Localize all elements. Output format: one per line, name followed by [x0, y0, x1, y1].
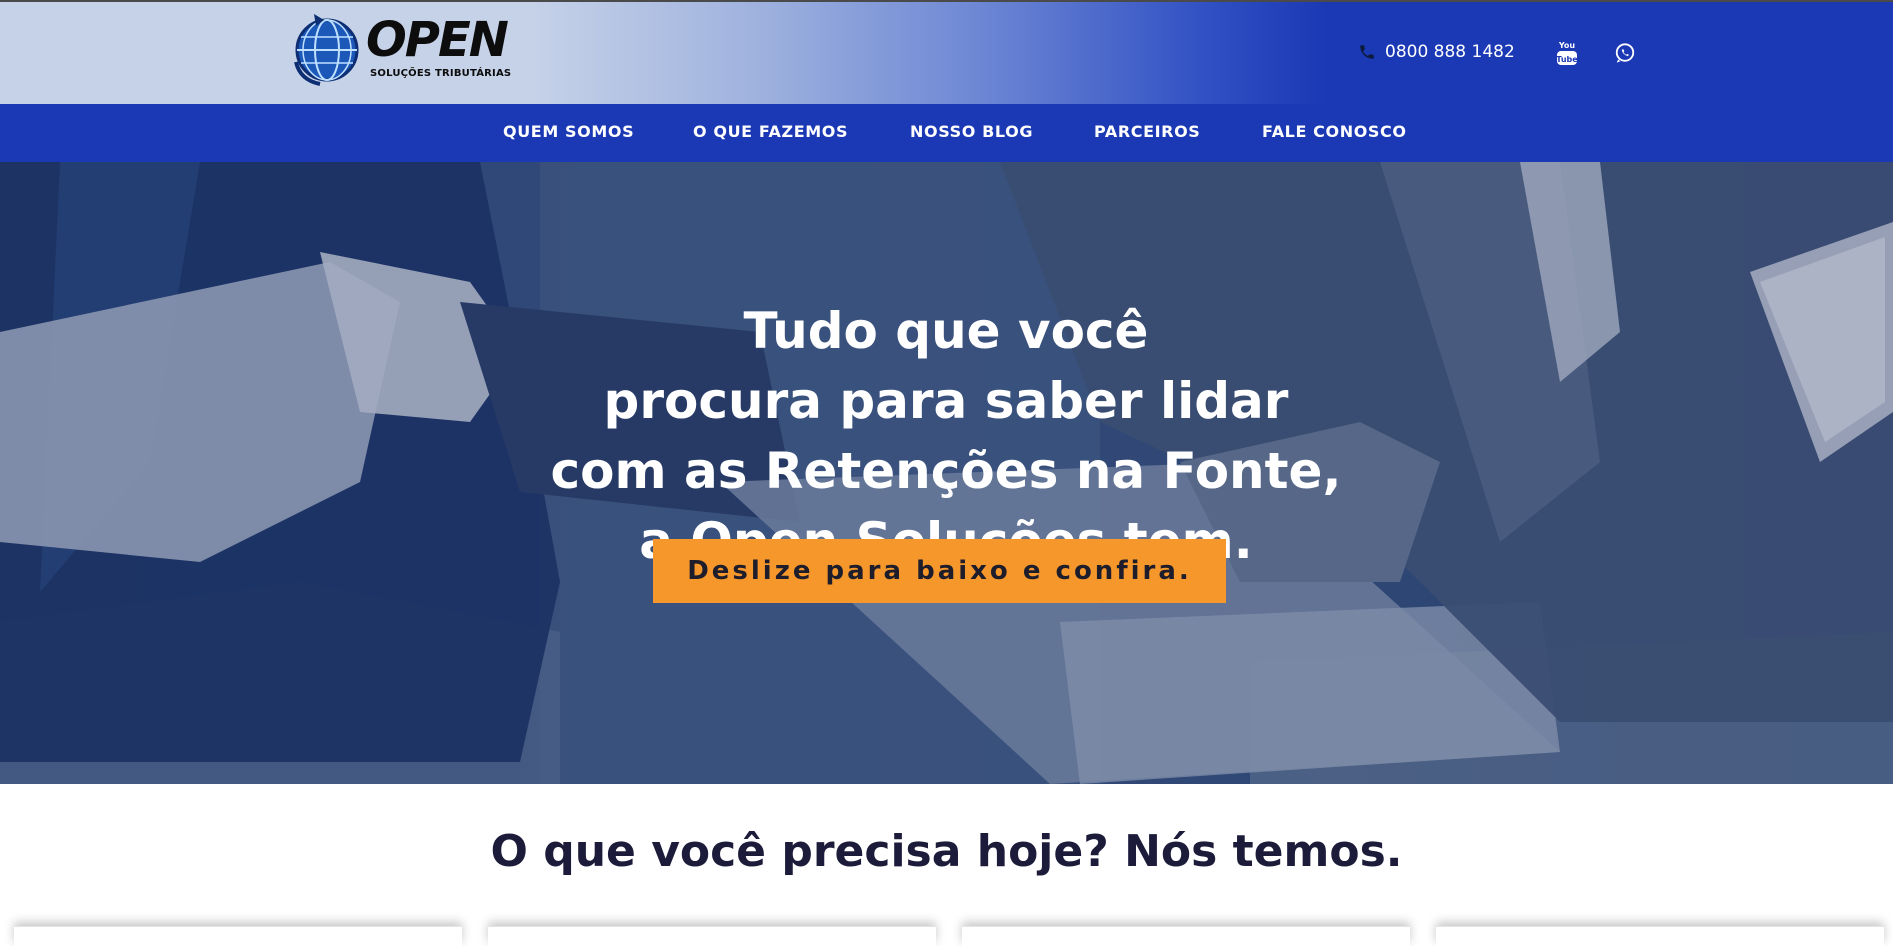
service-card[interactable] — [1436, 926, 1884, 946]
hero-title-line: com as Retenções na Fonte, — [550, 442, 1342, 500]
service-card[interactable] — [14, 926, 462, 946]
hero-title-line: procura para saber lidar — [603, 372, 1289, 430]
svg-text:Tube: Tube — [1556, 55, 1578, 64]
phone-icon — [1360, 45, 1374, 59]
service-card[interactable] — [962, 926, 1410, 946]
nav-item-nosso-blog[interactable]: NOSSO BLOG — [910, 122, 1033, 141]
hero-title-line: Tudo que você — [743, 302, 1149, 360]
nav-item-parceiros[interactable]: PARCEIROS — [1094, 122, 1200, 141]
scroll-down-button[interactable]: Deslize para baixo e confira. — [653, 539, 1226, 603]
nav-item-quem-somos[interactable]: QUEM SOMOS — [503, 122, 634, 141]
service-cards — [0, 920, 1893, 946]
service-card[interactable] — [488, 926, 936, 946]
brand-logo[interactable]: OPEN SOLUÇÕES TRIBUTÁRIAS — [290, 10, 512, 86]
site-header: OPEN SOLUÇÕES TRIBUTÁRIAS 0800 888 1482 … — [0, 0, 1893, 104]
section-heading-bold: Nós temos. — [1124, 826, 1403, 877]
hero-title: Tudo que você procura para saber lidar c… — [446, 296, 1446, 576]
phone-contact[interactable]: 0800 888 1482 — [1358, 42, 1515, 62]
main-navigation: QUEM SOMOS O QUE FAZEMOS NOSSO BLOG PARC… — [0, 104, 1893, 162]
hero-banner: Tudo que você procura para saber lidar c… — [0, 162, 1893, 784]
svg-text:You: You — [1558, 41, 1576, 50]
youtube-icon[interactable]: You Tube — [1556, 40, 1578, 66]
phone-number: 0800 888 1482 — [1385, 42, 1515, 62]
globe-icon — [294, 14, 359, 86]
nav-item-fale-conosco[interactable]: FALE CONOSCO — [1262, 122, 1407, 141]
logo-tagline: SOLUÇÕES TRIBUTÁRIAS — [370, 68, 512, 79]
whatsapp-icon[interactable] — [1614, 42, 1636, 64]
section-heading: O que você precisa hoje? Nós temos. — [0, 826, 1893, 877]
logo-wordmark: OPEN — [366, 12, 509, 68]
nav-item-o-que-fazemos[interactable]: O QUE FAZEMOS — [693, 122, 848, 141]
section-heading-regular: O que você precisa hoje? — [490, 826, 1109, 877]
